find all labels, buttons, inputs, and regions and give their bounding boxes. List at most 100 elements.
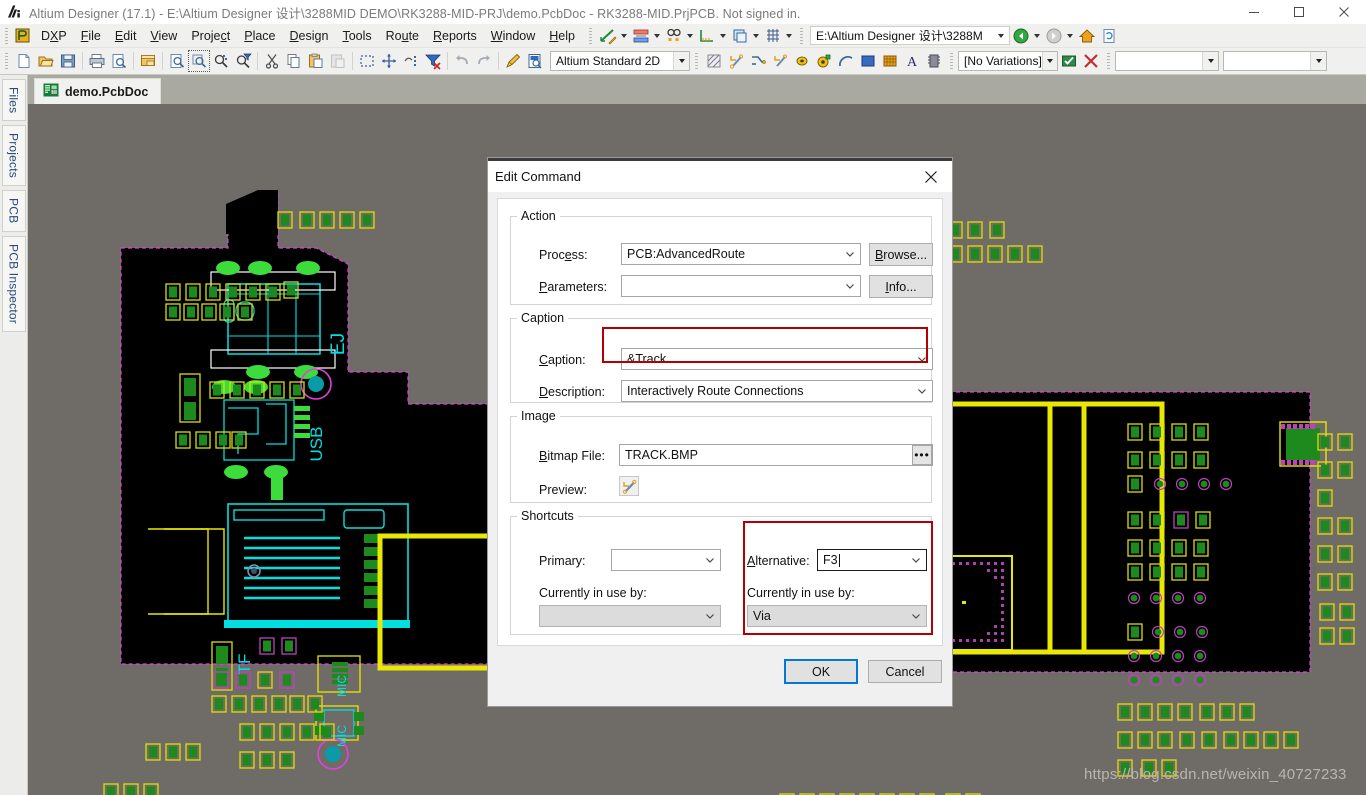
primary-inuse-caret-icon[interactable] [700,606,720,626]
zoom-filter-icon[interactable] [233,51,253,71]
view-configuration-combo[interactable]: Altium Standard 2D [550,51,690,71]
sidebar-item-pcb-inspector[interactable]: PCB Inspector [1,235,26,332]
browse-button[interactable]: Browse... [869,243,933,266]
alternative-shortcut-combo[interactable]: F3 [817,549,927,571]
blank-combo-2-caret[interactable] [1310,52,1326,70]
cut-icon[interactable] [262,51,282,71]
measure-dropdown-caret[interactable] [718,27,729,45]
zoom-selected-icon[interactable] [211,51,231,71]
menu-reports[interactable]: Reports [426,27,484,45]
refresh-doc-icon[interactable] [1099,26,1119,46]
forward-dropdown-caret[interactable] [1065,27,1076,45]
clear-filter-icon[interactable] [423,51,443,71]
move-icon[interactable] [379,51,399,71]
forward-nav-icon[interactable] [1044,26,1064,46]
layer-stack-icon[interactable] [631,26,651,46]
place-polygon-icon[interactable] [880,51,900,71]
edit-command-dialog[interactable]: Edit Command Action Process: PCB:Advance… [487,157,953,707]
variations-combo[interactable]: [No Variations] [958,51,1058,71]
description-caret-icon[interactable] [912,381,932,401]
back-dropdown-caret[interactable] [1032,27,1043,45]
blank-combo-1[interactable] [1115,51,1219,71]
place-via-icon[interactable] [814,51,834,71]
menu-route[interactable]: Route [379,27,426,45]
print-icon[interactable] [87,51,107,71]
sidebar-item-projects[interactable]: Projects [1,125,26,187]
menu-help[interactable]: Help [542,27,582,45]
blank-combo-1-caret[interactable] [1202,52,1218,70]
project-path-box[interactable]: E:\Altium Designer 设计\3288M [809,26,1010,45]
edit-pen-icon[interactable] [503,51,523,71]
cancel-button[interactable]: Cancel [868,660,942,683]
layer-dropdown-caret[interactable] [652,27,663,45]
back-nav-icon[interactable] [1011,26,1031,46]
paste-special-icon[interactable] [328,51,348,71]
new-document-icon[interactable] [14,51,34,71]
caption-caret-icon[interactable] [912,349,932,369]
primary-shortcut-combo[interactable] [611,549,721,571]
primary-inuse-combo[interactable] [539,605,721,627]
ok-button[interactable]: OK [784,659,858,684]
menu-dxp[interactable]: DXP [34,27,74,45]
menu-tools[interactable]: Tools [335,27,378,45]
open-document-icon[interactable] [36,51,56,71]
sidebar-item-pcb[interactable]: PCB [1,190,26,232]
menu-window[interactable]: Window [484,27,542,45]
browse-components-icon[interactable] [525,51,545,71]
menu-design[interactable]: Design [283,27,336,45]
zoom-area-icon[interactable] [188,50,210,72]
description-combo[interactable]: Interactively Route Connections [621,380,933,402]
menu-place[interactable]: Place [237,27,282,45]
toolbar-grip-4[interactable] [948,52,956,70]
find-similar-icon[interactable] [664,26,684,46]
grid-icon[interactable] [763,26,783,46]
toolbar-grip-1[interactable] [586,26,595,45]
menu-edit[interactable]: Edit [108,27,144,45]
select-area-icon[interactable] [357,51,377,71]
maintoolbar-grip[interactable] [3,52,11,70]
open-project-icon[interactable] [138,51,158,71]
place-component-icon[interactable] [924,51,944,71]
polygon-pour-icon[interactable] [704,51,724,71]
alternative-inuse-caret-icon[interactable] [906,606,926,626]
rules-measure-icon[interactable] [598,26,618,46]
copy-layer-icon[interactable] [730,26,750,46]
info-button[interactable]: Info... [869,275,933,298]
place-string-icon[interactable]: A [902,51,922,71]
undo-icon[interactable] [452,51,472,71]
blank-combo-2[interactable] [1223,51,1327,71]
multi-route-icon[interactable] [770,51,790,71]
path-dropdown-caret[interactable] [996,27,1007,45]
place-arc-icon[interactable] [836,51,856,71]
variant-clear-icon[interactable] [1081,51,1101,71]
home-icon[interactable] [1077,26,1097,46]
find-dropdown-caret[interactable] [685,27,696,45]
place-pad-icon[interactable] [792,51,812,71]
process-combo[interactable]: PCB:AdvancedRoute [621,243,861,265]
primary-caret-icon[interactable] [700,550,720,570]
tab-demo-pcbdoc[interactable]: demo.PcbDoc [34,78,162,104]
toolbar-grip-5[interactable] [1105,52,1113,70]
copylayer-dropdown-caret[interactable] [751,27,762,45]
copy-icon[interactable] [284,51,304,71]
menu-project[interactable]: Project [184,27,237,45]
bitmap-file-field[interactable]: TRACK.BMP ••• [619,444,933,466]
place-track-icon[interactable] [726,51,746,71]
measure-tool-icon[interactable] [697,26,717,46]
place-fill-icon[interactable] [858,51,878,71]
save-document-icon[interactable] [58,51,78,71]
minimize-button[interactable] [1231,0,1276,24]
redo-icon[interactable] [474,51,494,71]
menu-grip[interactable] [3,26,11,45]
grid-dropdown-caret[interactable] [784,27,795,45]
view-configuration-caret[interactable] [673,52,689,70]
menu-file[interactable]: File [74,27,108,45]
maximize-button[interactable] [1276,0,1321,24]
interactive-route-icon[interactable] [748,51,768,71]
menu-view[interactable]: View [143,27,184,45]
print-preview-icon[interactable] [109,51,129,71]
deselect-icon[interactable] [401,51,421,71]
alternative-caret-icon[interactable] [906,550,926,570]
dialog-close-button[interactable] [910,161,952,192]
caption-combo[interactable]: &Track [621,348,933,370]
